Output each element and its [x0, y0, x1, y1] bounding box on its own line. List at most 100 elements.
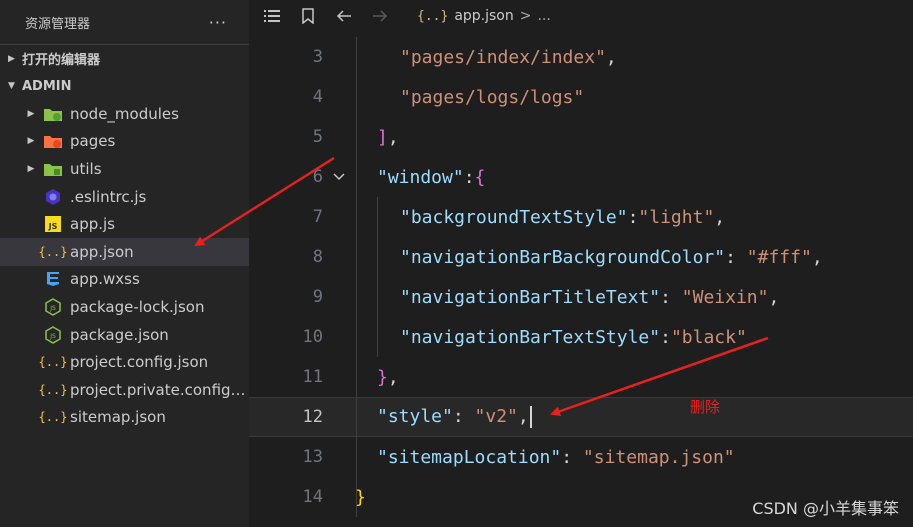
line-number: 7 [312, 207, 323, 227]
line-number: 8 [312, 247, 323, 267]
eslint-icon [42, 188, 64, 206]
string-token: "v2" [474, 406, 518, 427]
brace-token: } [377, 366, 388, 388]
line-number: 13 [302, 447, 323, 467]
editor-pane: {..} app.json > ... 3 "pages/index/index… [249, 0, 913, 527]
key-token: "style" [377, 406, 453, 427]
code-line-current: 12 "style": "v2", [249, 397, 913, 438]
code-line: 7 "backgroundTextStyle":"light", [249, 197, 913, 237]
punct-token: , [605, 46, 617, 68]
chevron-down-icon: ▼ [8, 81, 15, 91]
key-token: "navigationBarTextStyle" [400, 326, 661, 348]
string-token: "pages/index/index" [400, 46, 606, 68]
explorer-title: 资源管理器 [25, 16, 91, 32]
tree-item-label: app.json [70, 242, 134, 261]
nodejs-icon: JS [42, 325, 64, 344]
tree-file[interactable]: {..} sitemap.json [0, 404, 249, 432]
code-line: 9 "navigationBarTitleText": "Weixin", [249, 277, 913, 317]
key-token: "navigationBarTitleText" [400, 286, 661, 308]
more-actions-icon[interactable]: ··· [209, 13, 227, 32]
tree-folder[interactable]: ▶ node_modules [0, 100, 249, 128]
tree-file[interactable]: JS package.json [0, 321, 249, 349]
explorer-header: 资源管理器 ··· [0, 0, 249, 44]
string-token: "sitemap.json" [582, 446, 735, 468]
tree-file[interactable]: app.wxss [0, 266, 249, 294]
line-number: 14 [302, 487, 323, 507]
back-arrow-icon[interactable] [331, 9, 357, 23]
code-line: 8 "navigationBarBackgroundColor": "#fff"… [249, 237, 913, 277]
open-editors-section[interactable]: ▶ 打开的编辑器 [0, 44, 249, 72]
code-line: 4 "pages/logs/logs" [249, 77, 913, 117]
tree-file[interactable]: .eslintrc.js [0, 183, 249, 211]
tree-file[interactable]: {..} project.private.config.js... [0, 376, 249, 404]
string-token: "light" [638, 206, 715, 228]
chevron-right-icon: ▶ [27, 163, 35, 174]
tree-file[interactable]: {..} app.json [0, 237, 249, 266]
tree-item-label: package-lock.json [70, 297, 205, 316]
breadcrumb-rest[interactable]: ... [537, 8, 550, 24]
js-icon: JS [42, 215, 64, 233]
code-line: 3 "pages/index/index", [249, 37, 913, 77]
line-number: 9 [312, 287, 323, 307]
key-token: "sitemapLocation" [377, 446, 562, 468]
line-number: 3 [312, 47, 323, 67]
open-editors-label: 打开的编辑器 [22, 53, 101, 68]
bracket-token: ] [377, 126, 388, 148]
string-token: "Weixin" [681, 286, 769, 308]
breadcrumb-file[interactable]: app.json [454, 8, 513, 24]
tree-item-label: app.js [70, 215, 115, 234]
tree-item-label: project.config.json [70, 353, 209, 372]
chevron-right-icon: ▶ [8, 53, 15, 64]
nodejs-icon: JS [42, 298, 64, 316]
svg-text:JS: JS [48, 222, 58, 231]
css-icon [42, 270, 64, 288]
chevron-right-icon: ▶ [27, 108, 35, 119]
file-tree: ▶ node_modules ▶ pages ▶ utils .eslintrc.js JS a… [0, 100, 249, 431]
folder-pages-icon [42, 132, 64, 150]
project-section[interactable]: ▼ ADMIN [0, 72, 249, 100]
line-number: 6 [312, 167, 323, 187]
tree-file[interactable]: {..} project.config.json [0, 348, 249, 376]
tree-file[interactable]: JS app.js [0, 210, 249, 238]
punct-token: : [463, 166, 475, 188]
svg-text:JS: JS [49, 333, 56, 340]
editor-toolbar: {..} app.json > ... [249, 0, 913, 32]
chevron-right-icon: ▶ [27, 136, 35, 147]
brace-token: { [474, 166, 486, 188]
tree-item-label: sitemap.json [70, 408, 166, 427]
delete-annotation: 删除 [690, 398, 721, 416]
string-token: "pages/logs/logs" [400, 86, 585, 108]
tree-item-label: utils [70, 159, 102, 178]
tree-item-label: app.wxss [70, 270, 140, 289]
line-number: 11 [302, 367, 323, 387]
line-number: 5 [312, 127, 323, 147]
json-file-icon: {..} [417, 8, 449, 24]
tree-folder[interactable]: ▶ pages [0, 128, 249, 156]
forward-arrow-icon[interactable] [367, 9, 393, 23]
brace-token: } [355, 486, 366, 508]
watermark: CSDN @小羊集事笨 [752, 499, 899, 518]
line-number: 10 [302, 327, 323, 347]
code-line: 10 "navigationBarTextStyle":"black" [249, 317, 913, 357]
json-icon: {..} [38, 382, 68, 397]
code-line: 13 "sitemapLocation": "sitemap.json" [249, 437, 913, 477]
json-icon: {..} [38, 410, 68, 425]
key-token: "window" [377, 166, 464, 188]
key-token: "backgroundTextStyle" [400, 206, 628, 228]
folder-node-icon [42, 105, 64, 123]
text-cursor [529, 406, 532, 428]
punct-token: , [387, 126, 399, 148]
bookmark-icon[interactable] [295, 8, 321, 24]
code-line: 5 ], [249, 117, 913, 157]
string-token: "#fff" [746, 246, 812, 268]
tree-file[interactable]: JS package-lock.json [0, 293, 249, 321]
json-icon: {..} [38, 244, 68, 259]
code-area[interactable]: 3 "pages/index/index", 4 "pages/logs/log… [249, 37, 913, 517]
code-line: 11 }, [249, 357, 913, 397]
code-line: 6 "window":{ [249, 157, 913, 197]
folder-utils-icon [42, 160, 64, 178]
tree-folder[interactable]: ▶ utils [0, 155, 249, 183]
key-token: "navigationBarBackgroundColor" [400, 246, 726, 268]
fold-chevron-icon[interactable] [333, 170, 345, 185]
list-icon[interactable] [259, 9, 285, 23]
